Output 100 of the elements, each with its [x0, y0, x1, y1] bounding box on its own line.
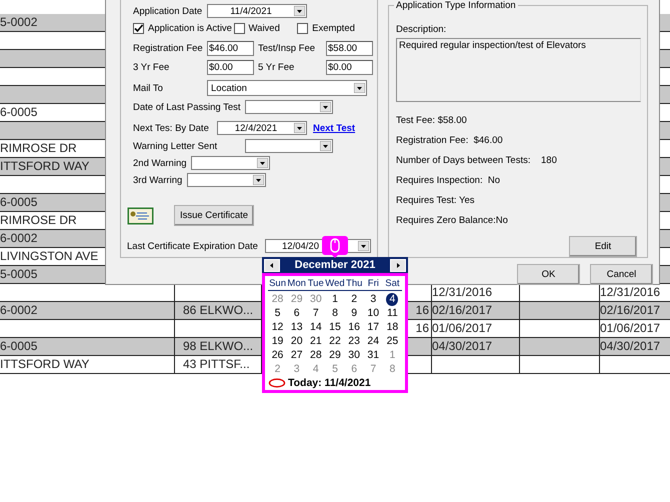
table-cell: 6-0005	[0, 194, 38, 211]
calendar-day[interactable]: 24	[364, 335, 382, 348]
calendar-day[interactable]: 21	[307, 335, 325, 348]
calendar-day[interactable]: 7	[310, 307, 322, 320]
field-label: Mail To	[133, 82, 164, 94]
date-dropdown[interactable]	[190, 156, 270, 170]
table-cell: ITTSFORD WAY	[0, 158, 90, 175]
weekday-label: Thu	[345, 278, 364, 289]
table-cell: 6-0005	[0, 104, 38, 121]
previous-month-button[interactable]	[264, 258, 280, 272]
calendar-day[interactable]: 16	[345, 321, 363, 334]
calendar-day[interactable]: 9	[348, 307, 360, 320]
calendar-day[interactable]: 2	[348, 293, 360, 306]
calendar-day[interactable]: 10	[364, 307, 382, 320]
next-month-button[interactable]	[390, 258, 406, 272]
calendar-day[interactable]: 12	[268, 321, 286, 334]
today-label[interactable]: Today: 11/4/2021	[288, 377, 371, 389]
calendar-day[interactable]: 22	[326, 335, 344, 348]
mouse-badge-icon	[322, 236, 348, 258]
table-cell: 16	[416, 302, 429, 319]
date-dropdown[interactable]	[245, 100, 333, 114]
calendar-day[interactable]: 14	[307, 321, 325, 334]
checkbox[interactable]: Application is Active	[133, 23, 234, 34]
dropdown[interactable]: Location	[207, 80, 367, 96]
text-field[interactable]: $0.00	[207, 60, 254, 75]
date-dropdown[interactable]	[245, 139, 333, 153]
calendar-day[interactable]: 6	[290, 307, 303, 320]
calendar-day[interactable]: 13	[288, 321, 306, 334]
caret-icon	[253, 175, 264, 185]
calendar-day[interactable]: 27	[288, 349, 306, 362]
text-field[interactable]: $46.00	[207, 41, 254, 56]
calendar-day[interactable]: 28	[307, 349, 325, 362]
text-field[interactable]: $0.00	[326, 60, 373, 75]
calendar-day[interactable]: 23	[345, 335, 363, 348]
calendar-day[interactable]: 7	[367, 363, 380, 376]
calendar-day[interactable]: 1	[329, 293, 341, 306]
field-label: Test/Insp Fee	[258, 43, 316, 54]
caret-icon	[256, 158, 268, 168]
caret-icon	[358, 241, 369, 251]
calendar-day[interactable]: 25	[384, 335, 402, 348]
calendar-day[interactable]: 18	[384, 321, 402, 334]
ok-button[interactable]: OK	[517, 264, 580, 285]
calendar-day[interactable]: 26	[268, 349, 286, 362]
calendar-day[interactable]: 4	[386, 293, 398, 306]
table-cell: 43 PITTSF...	[183, 356, 250, 373]
calendar-day[interactable]: 29	[288, 293, 306, 306]
table-cell: RIMROSE DR	[0, 212, 77, 229]
table-cell: 86 ELKWO...	[183, 302, 254, 319]
field-label: Next Tes: By Date	[133, 122, 210, 134]
weekday-label: Sun	[268, 278, 287, 289]
info-text: Requires Test: Yes	[396, 194, 476, 207]
field-label: Warning Letter Sent	[133, 140, 218, 152]
field-label: Registration Fee	[133, 43, 203, 54]
table-cell: 04/30/2017	[600, 338, 660, 355]
calendar-day[interactable]: 8	[386, 363, 398, 376]
field-label: Application Date	[133, 6, 203, 16]
calendar-day[interactable]: 30	[307, 293, 325, 306]
description-field[interactable]: Required regular inspection/test of Elevators	[396, 38, 641, 102]
date-dropdown[interactable]: 12/4/2021	[217, 121, 307, 135]
checkbox[interactable]: Waived	[234, 23, 298, 34]
date-dropdown[interactable]	[187, 173, 266, 187]
caret-icon	[294, 6, 305, 16]
calendar-day[interactable]: 3	[367, 293, 380, 306]
weekday-label: Wed	[325, 278, 345, 289]
cancel-button[interactable]: Cancel	[590, 264, 653, 285]
group-title: Application Type Information	[394, 0, 518, 11]
calendar-day[interactable]: 11	[384, 307, 401, 320]
calendar-day[interactable]: 17	[364, 321, 382, 334]
calendar-day[interactable]: 2	[272, 363, 284, 376]
field-label: Date of Last Passing Test	[133, 102, 241, 112]
next-test-link[interactable]: Next Test	[313, 122, 356, 134]
checkbox[interactable]: Exempted	[297, 23, 373, 34]
calendar-day[interactable]: 6	[348, 363, 360, 376]
field-label: Description:	[396, 24, 448, 35]
edit-button[interactable]: Edit	[569, 236, 637, 257]
table-cell: RIMROSE DR	[0, 140, 77, 157]
checkmark-icon	[134, 24, 143, 33]
date-dropdown[interactable]: 11/4/2021	[207, 4, 307, 18]
certificate-icon	[127, 206, 154, 224]
calendar-day[interactable]: 3	[290, 363, 303, 376]
text-field[interactable]: $58.00	[326, 41, 373, 56]
calendar-day[interactable]: 31	[364, 349, 382, 362]
calendar-day[interactable]: 8	[329, 307, 341, 320]
calendar-day[interactable]: 20	[288, 335, 306, 348]
calendar-day[interactable]: 19	[268, 335, 286, 348]
table-cell: 5-0002	[0, 14, 38, 31]
calendar-day[interactable]: 29	[326, 349, 344, 362]
calendar-day[interactable]: 5	[329, 363, 341, 376]
table-cell: 6-0002	[0, 230, 38, 247]
calendar-day[interactable]: 15	[326, 321, 344, 334]
table-cell: 16	[416, 320, 429, 337]
table-cell: 6-0005	[0, 338, 38, 355]
calendar-day[interactable]: 30	[345, 349, 363, 362]
calendar-day[interactable]: 28	[268, 293, 286, 306]
calendar-day[interactable]: 4	[310, 363, 322, 376]
issue-certificate-button[interactable]: Issue Certificate	[174, 205, 254, 226]
calendar-day[interactable]: 5	[272, 307, 284, 320]
calendar-day[interactable]: 1	[386, 349, 398, 362]
caret-icon	[294, 123, 305, 133]
caret-icon	[354, 83, 365, 93]
